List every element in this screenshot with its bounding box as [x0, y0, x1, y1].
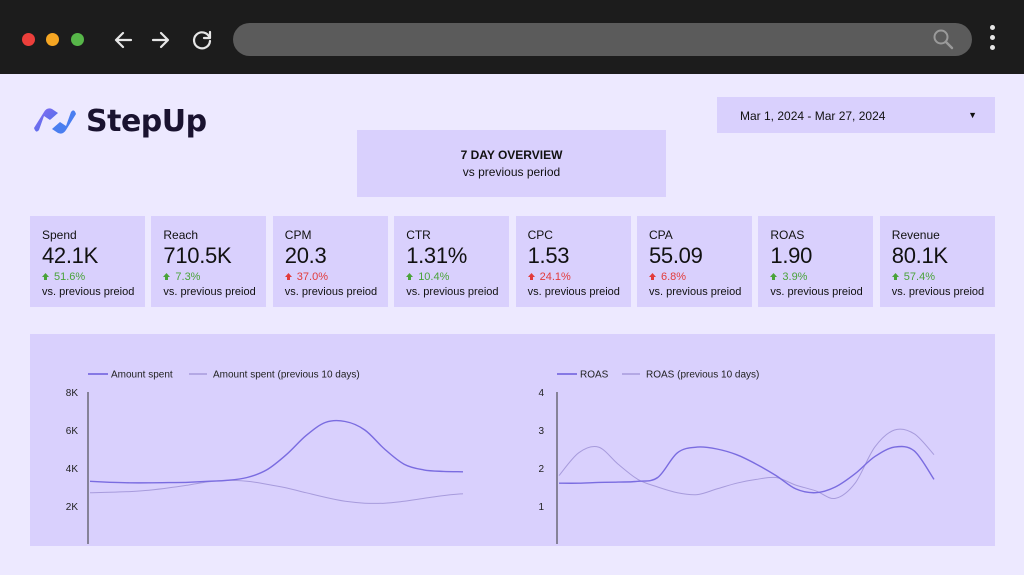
kpi-delta: 24.1% [527, 271, 631, 283]
stepup-logo-icon [34, 108, 76, 134]
kpi-value: 42.1K [42, 243, 98, 268]
series-line [89, 419, 464, 484]
kpi-card-cpa: CPA 55.09 6.8% vs. previous preiod [637, 216, 752, 307]
address-bar[interactable] [233, 23, 972, 56]
kpi-value: 80.1K [891, 243, 948, 268]
kpi-value: 1.31% [406, 243, 468, 268]
legend-label: ROAS [580, 370, 609, 381]
kpi-delta-value: 10.4% [418, 271, 450, 283]
y-tick-label: 2K [66, 502, 79, 513]
legend-label: Amount spent [111, 370, 173, 381]
kpi-card-ctr: CTR 1.31% 10.4% vs. previous preiod [394, 216, 510, 307]
brand-logo: StepUp [30, 101, 207, 141]
kpi-label: Revenue [891, 228, 940, 242]
kpi-delta: 10.4% [406, 271, 509, 283]
dashboard-page: StepUp 7 DAY OVERVIEW vs previous period… [0, 74, 1024, 575]
arrow-right-icon[interactable] [147, 27, 173, 53]
series-line [558, 445, 935, 494]
arrow-up-icon [163, 272, 171, 282]
kpi-delta: 6.8% [649, 271, 752, 283]
kpi-delta-value: 51.6% [54, 271, 86, 283]
kpi-value: 710.5K [163, 243, 232, 268]
kpi-value: 1.90 [770, 243, 813, 268]
kpi-delta-value: 7.3% [175, 271, 201, 283]
browser-chrome [0, 0, 1024, 74]
kpi-comparison-label: vs. previous preiod [649, 286, 742, 298]
kpi-card-roas: ROAS 1.90 3.9% vs. previous preiod [758, 216, 874, 307]
chevron-down-icon[interactable]: ▼ [968, 110, 977, 120]
arrow-down-icon [649, 272, 656, 282]
kpi-comparison-label: vs. previous preiod [527, 286, 620, 298]
arrow-down-icon [527, 272, 535, 282]
kpi-delta: 3.9% [770, 271, 873, 283]
kpi-delta: 57.4% [891, 271, 995, 283]
kpi-delta-value: 57.4% [903, 271, 935, 283]
kpi-delta-value: 37.0% [296, 271, 328, 283]
arrow-up-icon [42, 272, 49, 282]
kpi-delta-value: 6.8% [661, 271, 687, 283]
close-window-button[interactable] [22, 33, 35, 46]
kpi-value: 1.53 [527, 243, 570, 268]
kpi-card-cpm: CPM 20.3 37.0% vs. previous preiod [272, 216, 388, 307]
kpi-card-reach: Reach 710.5K 7.3% vs. previous preiod [151, 216, 267, 307]
series-line [558, 428, 935, 500]
kpi-comparison-label: vs. previous preiod [284, 286, 378, 298]
kpi-value: 20.3 [284, 243, 327, 268]
kpi-delta: 7.3% [163, 271, 266, 283]
overview-subtitle: vs previous period [462, 165, 561, 179]
kpi-comparison-label: vs. previous preiod [163, 286, 256, 298]
kpi-label: CPC [527, 228, 553, 242]
reload-icon[interactable] [189, 27, 215, 53]
arrow-up-icon [406, 272, 414, 282]
y-tick-label: 6K [66, 426, 79, 437]
kpi-value: 55.09 [649, 243, 703, 268]
arrow-left-icon[interactable] [111, 27, 137, 53]
y-tick-label: 2 [538, 464, 544, 475]
kpi-card-spend: Spend 42.1K 51.6% vs. previous preiod [30, 216, 145, 307]
overview-header: 7 DAY OVERVIEW vs previous period [357, 130, 666, 197]
y-tick-label: 8K [66, 388, 79, 399]
kpi-comparison-label: vs. previous preiod [770, 286, 863, 298]
series-line [89, 479, 464, 504]
kpi-delta: 37.0% [284, 271, 388, 283]
arrow-down-icon [284, 272, 292, 282]
search-icon[interactable] [932, 28, 954, 50]
date-range-value: Mar 1, 2024 - Mar 27, 2024 [740, 109, 886, 123]
date-range-dropdown[interactable]: Mar 1, 2024 - Mar 27, 2024 ▼ [717, 97, 995, 133]
kebab-menu-icon[interactable] [986, 25, 998, 53]
y-tick-label: 3 [538, 426, 544, 437]
kpi-label: CTR [406, 228, 431, 242]
kpi-label: CPM [284, 228, 312, 242]
kpi-card-revenue: Revenue 80.1K 57.4% vs. previous preiod [879, 216, 995, 307]
kpi-delta-value: 3.9% [782, 271, 808, 283]
kpi-delta: 51.6% [42, 271, 145, 283]
kpi-label: CPA [649, 228, 673, 242]
y-tick-label: 1 [538, 502, 544, 513]
kpi-comparison-label: vs. previous preiod [406, 286, 499, 298]
legend-label: ROAS (previous 10 days) [646, 370, 759, 381]
y-tick-label: 4K [66, 464, 79, 475]
kpi-label: Spend [42, 228, 77, 242]
maximize-window-button[interactable] [71, 33, 84, 46]
kpi-label: ROAS [770, 228, 805, 242]
y-tick-label: 4 [538, 388, 544, 399]
arrow-up-icon [891, 272, 899, 282]
kpi-delta-value: 24.1% [539, 271, 571, 283]
brand-name: StepUp [86, 103, 207, 139]
kpi-label: Reach [163, 228, 199, 242]
kpi-comparison-label: vs. previous preiod [891, 286, 985, 298]
kpi-card-cpc: CPC 1.53 24.1% vs. previous preiod [515, 216, 631, 307]
legend-label: Amount spent (previous 10 days) [213, 370, 360, 381]
minimize-window-button[interactable] [46, 33, 59, 46]
charts-panel: 2K 4K 6K 8K Amount spent Amount spent (previo… [30, 334, 995, 546]
line-charts: 2K 4K 6K 8K Amount spent Amount spent (previo… [66, 370, 935, 544]
overview-title: 7 DAY OVERVIEW [460, 148, 563, 162]
arrow-up-icon [770, 272, 778, 282]
kpi-comparison-label: vs. previous preiod [42, 286, 135, 298]
